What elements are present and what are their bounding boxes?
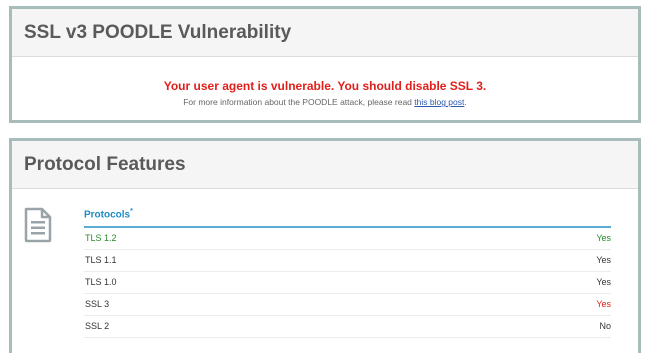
protocol-name: SSL 2 <box>85 321 110 332</box>
protocol-support-value: Yes <box>596 233 611 244</box>
table-row: SSL 2 No <box>84 316 611 339</box>
table-row: TLS 1.2 Yes <box>84 228 611 251</box>
protocol-support-value: Yes <box>596 299 611 310</box>
poodle-panel: SSL v3 POODLE Vulnerability Your user ag… <box>9 6 641 123</box>
table-row: TLS 1.0 Yes <box>84 272 611 295</box>
protocol-rows: TLS 1.2 Yes TLS 1.1 Yes TLS 1.0 Yes SSL 3 Yes SS… <box>84 228 611 339</box>
footnote-mark: * <box>130 208 133 215</box>
protocol-name: SSL 3 <box>85 299 110 310</box>
vulnerability-warning: Your user agent is vulnerable. You shoul… <box>163 79 487 93</box>
poodle-info-text: For more information about the POODLE at… <box>12 97 638 107</box>
protocol-support-value: No <box>599 321 611 332</box>
protocol-features-body: Protocols* TLS 1.2 Yes TLS 1.1 Yes TLS 1.0 Ye… <box>12 189 638 349</box>
protocol-name: TLS 1.0 <box>85 277 117 288</box>
protocols-label: Protocols <box>84 209 131 221</box>
protocol-support-value: Yes <box>596 255 611 266</box>
info-prefix: For more information about the POODLE at… <box>183 97 415 107</box>
poodle-body: Your user agent is vulnerable. You shoul… <box>12 57 638 107</box>
poodle-title: SSL v3 POODLE Vulnerability <box>24 21 292 43</box>
blog-post-link[interactable]: this blog post <box>414 97 464 107</box>
protocol-features-header: Protocol Features <box>12 141 638 189</box>
protocol-features-panel: Protocol Features Protocols* TLS 1.2 Yes T… <box>9 138 641 353</box>
protocol-features-title: Protocol Features <box>24 153 186 175</box>
protocol-support-value: Yes <box>596 277 611 288</box>
protocol-name: TLS 1.1 <box>85 255 117 266</box>
protocols-table: Protocols* TLS 1.2 Yes TLS 1.1 Yes TLS 1.0 Ye… <box>84 208 611 339</box>
document-icon <box>23 207 53 248</box>
info-suffix: . <box>464 97 467 107</box>
protocols-table-title: Protocols* <box>84 208 611 229</box>
protocol-name: TLS 1.2 <box>85 233 117 244</box>
table-row: TLS 1.1 Yes <box>84 250 611 273</box>
poodle-panel-header: SSL v3 POODLE Vulnerability <box>12 9 638 57</box>
table-row: SSL 3 Yes <box>84 294 611 317</box>
